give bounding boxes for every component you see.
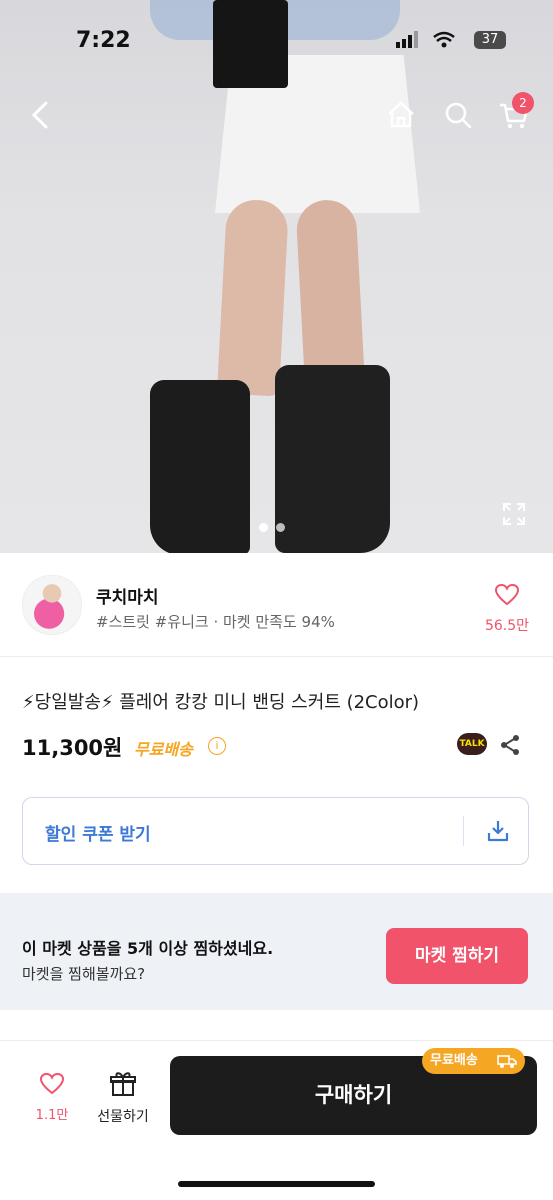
gift-button[interactable]: 선물하기 xyxy=(92,1070,154,1126)
info-icon[interactable]: i xyxy=(208,737,226,755)
store-likes-count: 56.5만 xyxy=(484,618,530,634)
carousel-dot[interactable] xyxy=(276,523,285,532)
follow-market-button[interactable]: 마켓 찜하기 xyxy=(386,928,528,984)
product-image[interactable] xyxy=(0,0,553,553)
store-info[interactable]: 쿠치마치 #스트릿 #유니크 · 마켓 만족도 94% 56.5만 xyxy=(0,553,553,657)
coupon-label: 할인 쿠폰 받기 xyxy=(45,825,151,845)
search-icon[interactable] xyxy=(438,95,478,135)
banner-message: 이 마켓 상품을 5개 이상 찜하셨네요. xyxy=(22,939,274,958)
kakaotalk-icon[interactable]: TALK xyxy=(457,733,487,755)
product-title: ⚡당일발송⚡ 플레어 캉캉 미니 밴딩 스커트 (2Color) xyxy=(22,692,420,713)
expand-icon[interactable] xyxy=(500,500,528,528)
heart-icon xyxy=(494,583,520,606)
home-icon[interactable] xyxy=(381,95,421,135)
product-like-button[interactable]: 1.1만 xyxy=(30,1072,74,1123)
battery-indicator: 37 xyxy=(474,31,506,49)
download-icon[interactable] xyxy=(485,818,511,844)
share-icon[interactable] xyxy=(498,733,522,757)
free-shipping-badge: 무료배송 xyxy=(422,1048,525,1074)
buy-badge-label: 무료배송 xyxy=(430,1053,478,1068)
coupon-button[interactable]: 할인 쿠폰 받기 xyxy=(22,797,529,865)
photo-leg xyxy=(216,198,290,397)
status-time: 7:22 xyxy=(76,28,131,53)
gift-label: 선물하기 xyxy=(97,1109,149,1125)
heart-icon xyxy=(39,1072,65,1095)
truck-icon xyxy=(497,1055,517,1068)
signal-wifi-icon xyxy=(396,31,455,48)
store-like-button[interactable]: 56.5만 xyxy=(484,583,530,635)
product-likes-count: 1.1만 xyxy=(35,1108,69,1123)
status-bar: 7:22 37 xyxy=(0,0,553,80)
product-price: 11,300원 xyxy=(22,736,123,760)
home-indicator xyxy=(178,1181,375,1187)
gift-icon xyxy=(110,1072,136,1096)
free-shipping-label: 무료배송 xyxy=(134,740,193,759)
store-avatar[interactable] xyxy=(22,575,82,635)
coupon-divider xyxy=(463,816,464,846)
store-name[interactable]: 쿠치마치 xyxy=(96,583,159,608)
photo-leg xyxy=(295,198,365,382)
follow-market-banner: 이 마켓 상품을 5개 이상 찜하셨네요. 마켓을 찜해볼까요? 마켓 찜하기 xyxy=(0,893,553,1010)
store-tags: #스트릿 #유니크 · 마켓 만족도 94% xyxy=(96,613,335,631)
carousel-dot[interactable] xyxy=(259,523,268,532)
divider xyxy=(0,1040,553,1041)
back-icon[interactable] xyxy=(22,95,62,135)
cart-count-badge: 2 xyxy=(512,92,534,114)
banner-submessage: 마켓을 찜해볼까요? xyxy=(22,965,146,983)
photo-boot xyxy=(150,380,250,553)
carousel-indicator xyxy=(259,517,293,536)
